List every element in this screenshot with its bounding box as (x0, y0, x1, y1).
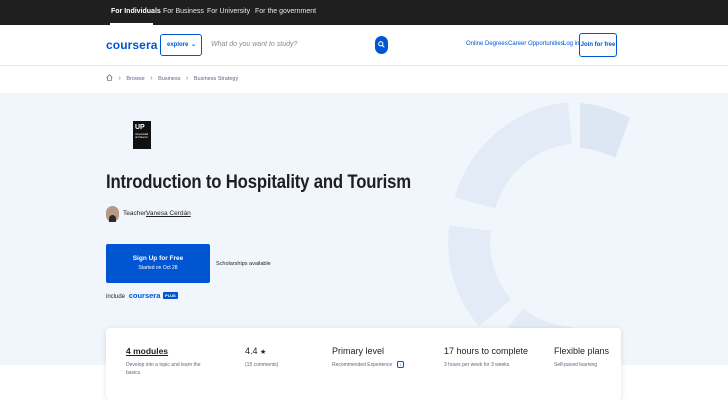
plus-prefix: include (106, 294, 126, 300)
chevron-down-icon: ⌄ (190, 42, 196, 48)
hours-title: 17 hours to complete (444, 346, 529, 356)
coursera-plus-note[interactable]: include coursera PLUS (106, 291, 178, 300)
teacher-name-link[interactable]: Vanesa Cerdán (146, 210, 191, 217)
login-link[interactable]: Log in (563, 41, 579, 47)
level-info: Primary level Recommended Experience i (332, 346, 404, 369)
chevron-right-icon: › (186, 75, 189, 82)
nav-for-university[interactable]: For University (207, 8, 250, 15)
search-input[interactable]: What do you want to study? (206, 34, 378, 56)
breadcrumb-business[interactable]: Business (158, 76, 180, 82)
coursera-logo[interactable]: coursera (106, 38, 158, 52)
modules-info: 4 modules Develop into a topic and learn… (126, 346, 201, 377)
join-for-free-button[interactable]: Join for free (579, 33, 617, 57)
course-info-card: 4 modules Develop into a topic and learn… (106, 328, 621, 400)
nav-for-individuals[interactable]: For Individuals (111, 8, 161, 15)
plans-info: Flexible plans Self-paced learning (554, 346, 609, 369)
home-icon[interactable] (106, 74, 113, 83)
search-button[interactable] (375, 36, 388, 54)
teacher-label: Teacher: (123, 210, 148, 217)
chevron-right-icon: › (118, 75, 121, 82)
partner-logo-subtext: Universidad de Palermo (135, 133, 149, 139)
breadcrumb-business-strategy[interactable]: Business Strategy (194, 76, 238, 82)
breadcrumb-browse[interactable]: Browse (126, 76, 144, 82)
nav-for-business[interactable]: For Business (163, 8, 204, 15)
hours-sub: 3 hours per week for 3 weeks (444, 362, 510, 368)
sign-up-button[interactable]: Sign Up for Free Started on Oct 28 (106, 244, 210, 283)
search-icon (378, 41, 385, 48)
course-hero (0, 93, 728, 365)
modules-desc-line2: basics. (126, 370, 142, 376)
level-sub: Recommended Experience (332, 362, 393, 368)
rating-info: 4.4 ★ (15 comments) (245, 346, 278, 369)
explore-button[interactable]: explore ⌄ (160, 34, 202, 56)
top-nav-bar: For Individuals For Business For Univers… (0, 0, 728, 25)
main-header: coursera explore ⌄ What do you want to s… (0, 25, 728, 66)
partner-logo-text: UP (135, 124, 145, 131)
rating-count: (15 comments) (245, 362, 279, 368)
breadcrumb: › Browse › Business › Business Strategy (106, 74, 238, 84)
level-title: Primary level (332, 346, 385, 356)
info-icon[interactable]: i (396, 361, 404, 368)
modules-link[interactable]: 4 modules (126, 346, 201, 356)
career-opportunities-link[interactable]: Career Opportunities (508, 41, 564, 47)
star-icon: ★ (260, 349, 267, 356)
rating-value: 4.4 (245, 346, 258, 356)
nav-for-government[interactable]: For the government (255, 8, 316, 15)
online-degrees-link[interactable]: Online Degrees (466, 41, 508, 47)
sign-up-label: Sign Up for Free (132, 255, 184, 262)
modules-desc-line1: Develop into a topic and learn the (126, 362, 201, 368)
start-date-label: Started on Oct 28 (138, 265, 178, 271)
plus-badge: PLUS (163, 292, 178, 299)
scholarships-text: Scholarships available (216, 261, 271, 267)
chevron-right-icon: › (150, 75, 153, 82)
partner-logo: UP Universidad de Palermo (133, 121, 151, 149)
coursera-plus-logo: coursera (128, 291, 161, 300)
course-title: Introduction to Hospitality and Tourism (106, 172, 411, 193)
plans-sub: Self-paced learning (554, 362, 598, 368)
teacher-avatar (106, 206, 119, 222)
explore-label: explore (167, 42, 189, 48)
decorative-c-graphic (448, 102, 630, 365)
hours-info: 17 hours to complete 3 hours per week fo… (444, 346, 528, 369)
plans-title: Flexible plans (554, 346, 610, 356)
